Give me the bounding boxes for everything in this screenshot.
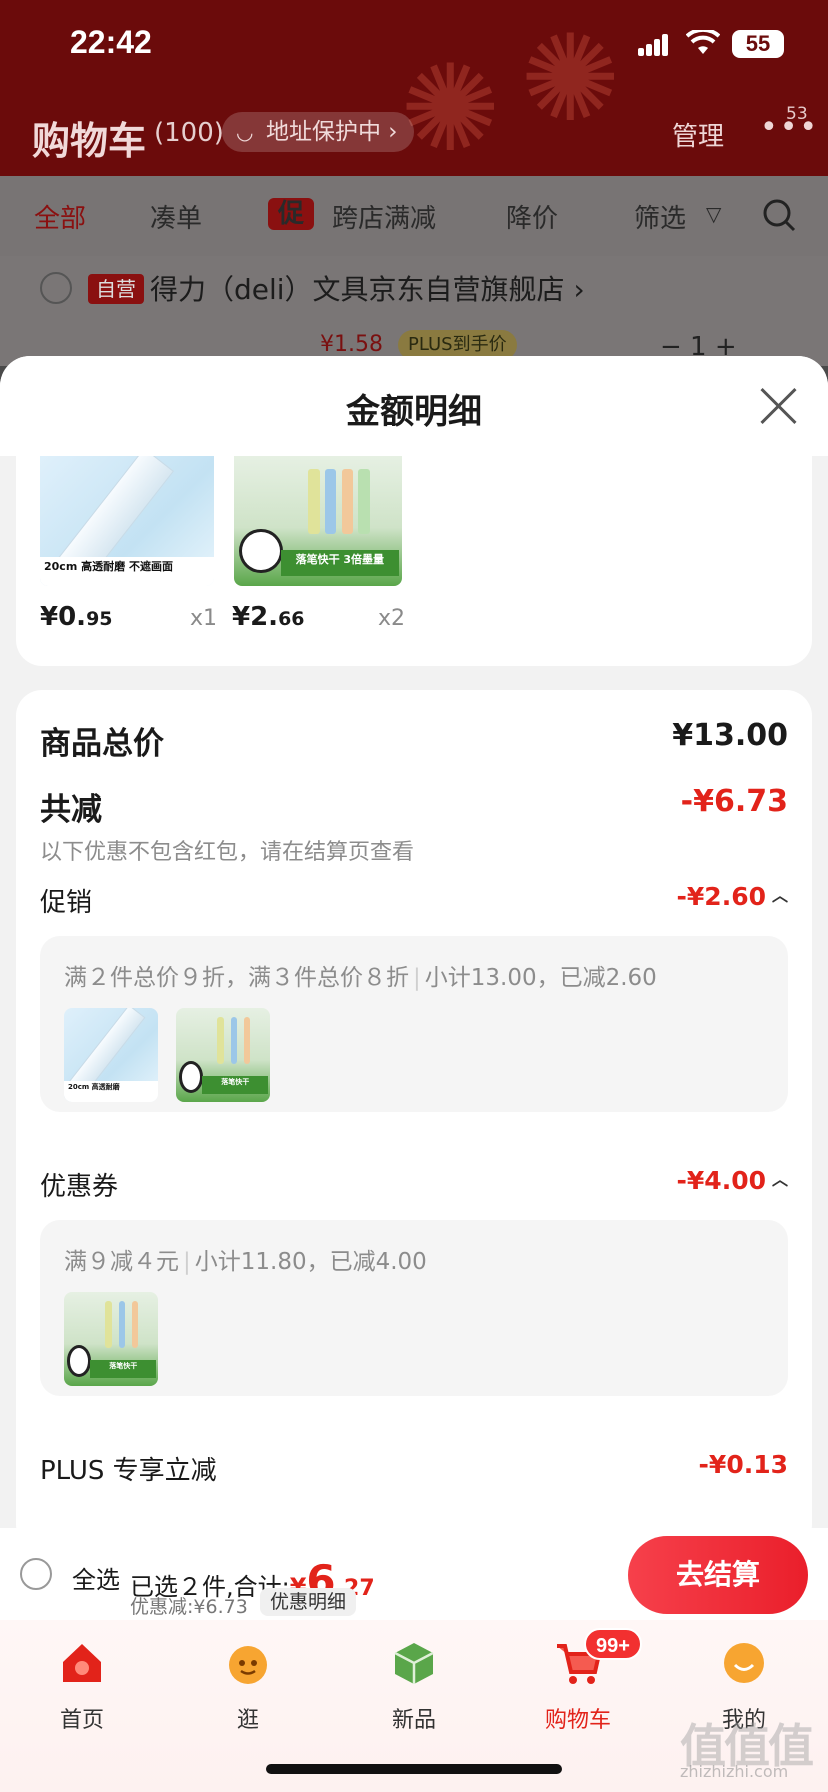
status-bar: 22:42 55 [0,0,828,92]
promo-tag: 促 [268,198,314,230]
battery-icon: 55 [732,30,784,58]
wifi-icon [686,30,720,54]
pen-product-image: 落笔快干 [176,1008,270,1102]
promo-detail-box: 满２件总价９折，满３件总价８折 | 小计13.00，已减2.60 20cm 高透耐磨… [40,936,788,1112]
selected-items-card: 20cm 高透耐磨 不遮画面 落笔快干 3倍墨量 ¥0.95 x1 ¥2.66 … [16,456,812,666]
page-title: 购物车 [32,119,147,163]
chevron-up-icon: ︿ [771,1170,788,1189]
profile-icon [724,1643,764,1683]
promo-value: -¥2.60 [676,882,766,911]
home-indicator[interactable] [266,1764,562,1774]
signal-icon [638,34,668,56]
address-protect-label: 地址保护中 › [266,119,398,145]
sheet-title: 金额明细 [346,392,482,432]
amount-breakdown-card: 商品总价 ¥13.00 共减 -¥6.73 以下优惠不包含红包，请在结算页查看 … [16,690,812,1528]
total-price-label: 商品总价 [40,726,164,762]
coupon-rule: 满９减４元 | 小计11.80，已减4.00 [64,1249,427,1275]
tab-all[interactable]: 全部 [34,198,86,235]
total-price-value: ¥13.00 [672,718,788,753]
coupon-toggle[interactable]: -¥4.00 ︿ [677,1166,788,1195]
tab-price-drop[interactable]: 降价 [506,198,558,235]
item-price: ¥0.95 [40,602,113,632]
self-operated-tag: 自营 [88,274,144,304]
tab-label: 逛 [236,1708,259,1733]
filter-icon[interactable]: ▽ [706,202,721,226]
tab-label: 购物车 [544,1708,611,1733]
item-quantity: x2 [378,606,406,631]
tab-new[interactable]: 新品 [354,1640,474,1750]
checkout-bar: 全选 已选２件,合计:¥6.27 优惠减:¥6.73 优惠明细 去结算 [0,1528,828,1620]
tab-home[interactable]: 首页 [22,1640,142,1750]
discount-note: 以下优惠不包含红包，请在结算页查看 [40,840,415,865]
store-row: 自营 得力（deli）文具京东自营旗舰店 › ¥1.58 PLUS到手价 − 1… [0,256,828,366]
pen-product-image[interactable]: 落笔快干 3倍墨量 [234,456,402,586]
close-icon[interactable] [758,386,798,426]
discount-detail-button[interactable]: 优惠明细 [260,1588,357,1616]
promo-label: 促销 [40,888,93,918]
filter-tabs: 全部 凑单 促 跨店满减 降价 筛选 ▽ [0,176,828,256]
smile-icon: ◡ [236,120,254,144]
cart-header: 购物车 (100) ◡ 地址保护中 › 管理 ••• [0,100,828,176]
plus-discount-value: -¥0.13 [698,1450,788,1479]
tab-cross-store[interactable]: 跨店满减 [332,198,436,235]
ruler-product-image[interactable]: 20cm 高透耐磨 不遮画面 [40,456,214,586]
tab-label: 首页 [59,1708,104,1733]
cart-count: (100) [154,118,224,148]
ruler-product-image: 20cm 高透耐磨 [64,1008,158,1102]
cube-icon [394,1643,434,1684]
coupon-value: -¥4.00 [676,1166,766,1195]
select-all-label[interactable]: 全选 [72,1560,120,1595]
coupon-detail-box: 满９减４元 | 小计11.80，已减4.00 落笔快干 [40,1220,788,1396]
tab-filter[interactable]: 筛选 [634,198,686,235]
status-time: 22:42 [70,24,152,60]
item-quantity: x1 [190,606,218,631]
sheet-header: 金额明细 [0,356,828,456]
chevron-up-icon: ︿ [771,886,788,905]
address-protect-button[interactable]: ◡ 地址保护中 › [222,112,414,152]
checkout-button[interactable]: 去结算 [628,1536,808,1614]
search-icon[interactable] [762,198,796,232]
tab-label: 新品 [391,1708,436,1733]
coupon-label: 优惠券 [40,1172,119,1202]
tab-bundle[interactable]: 凑单 [150,198,202,235]
manage-button[interactable]: 管理 [672,116,724,153]
item-price: ¥1.58 [320,332,383,357]
browse-icon [229,1646,267,1684]
discount-value: -¥6.73 [680,784,788,819]
discount-label: 共减 [40,792,102,828]
tab-browse[interactable]: 逛 [188,1640,308,1750]
promo-rule: 满２件总价９折，满３件总价８折 | 小计13.00，已减2.60 [64,965,657,991]
select-all-radio[interactable] [20,1558,52,1590]
more-badge: 53 [786,104,808,124]
pen-product-image: 落笔快干 [64,1292,158,1386]
promo-toggle[interactable]: -¥2.60 ︿ [677,882,788,911]
store-select-radio[interactable] [40,272,72,304]
discount-summary: 优惠减:¥6.73 [130,1596,248,1618]
panda-icon [239,528,283,573]
plus-discount-label: PLUS 专享立减 [40,1456,217,1486]
cart-badge: 99+ [584,1628,642,1660]
watermark-url: zhizhizhi.com [680,1762,789,1781]
store-name[interactable]: 得力（deli）文具京东自营旗舰店 › [150,268,585,308]
amount-detail-sheet: 金额明细 20cm 高透耐磨 不遮画面 落笔快干 3倍墨量 ¥0.95 x1 ¥… [0,356,828,1528]
home-icon [63,1644,101,1682]
item-price: ¥2.66 [232,602,305,632]
